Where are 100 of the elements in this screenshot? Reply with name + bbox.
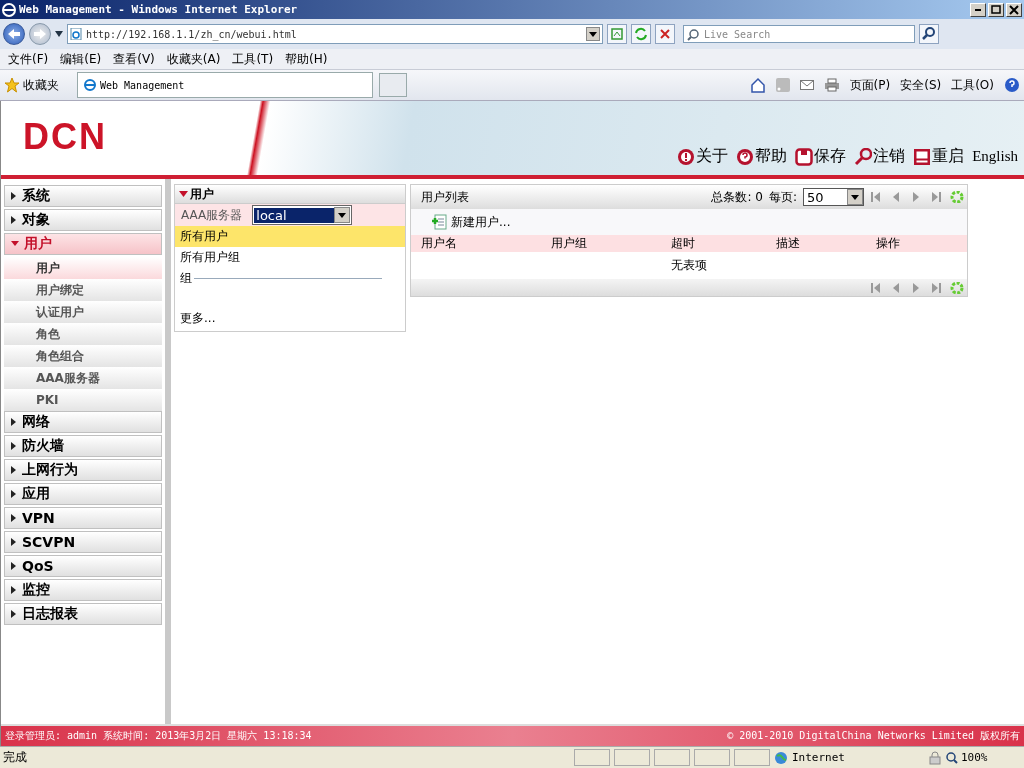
search-button[interactable] <box>919 24 939 44</box>
monitor-icon <box>913 147 932 166</box>
new-user-button[interactable]: 新建用户... <box>431 213 511 231</box>
caret-icon <box>851 194 859 200</box>
new-tab-button[interactable] <box>379 73 407 97</box>
caret-right-icon <box>11 490 17 498</box>
sidebar-item[interactable]: 应用 <box>4 483 162 505</box>
maximize-icon <box>991 5 1001 14</box>
sidebar-item[interactable]: 上网行为 <box>4 459 162 481</box>
menu-item[interactable]: 编辑(E) <box>56 50 106 68</box>
caret-icon <box>338 212 347 218</box>
sidebar-subitem[interactable]: 角色 <box>4 323 162 345</box>
sidebar-item[interactable]: QoS <box>4 555 162 577</box>
panel-title: 用户 <box>190 185 214 203</box>
command-menu[interactable]: 安全(S) <box>900 76 942 94</box>
star-icon <box>4 77 20 93</box>
caret-right-icon <box>11 192 17 200</box>
menu-item[interactable]: 帮助(H) <box>281 50 332 68</box>
sidebar-subitem[interactable]: 用户绑定 <box>4 279 162 301</box>
browser-tab[interactable]: Web Management <box>77 72 373 98</box>
column-header: 超时 <box>671 235 696 252</box>
menu-item[interactable]: 文件(F) <box>4 50 53 68</box>
refresh-icon[interactable] <box>950 281 964 294</box>
maximize-button[interactable] <box>988 2 1004 17</box>
dropdown-button[interactable] <box>847 189 863 205</box>
column-header: 描述 <box>776 235 801 252</box>
caret-right-icon <box>11 418 17 426</box>
sidebar-item[interactable]: 网络 <box>4 411 162 433</box>
sidebar-item[interactable]: VPN <box>4 507 162 529</box>
header-link[interactable]: 保存 <box>795 146 847 167</box>
command-menu[interactable]: 页面(P) <box>849 76 891 94</box>
server-select[interactable]: local <box>252 205 353 225</box>
column-header: 操作 <box>876 235 901 252</box>
per-page-select[interactable]: 50 <box>803 188 864 206</box>
close-icon <box>1009 4 1019 15</box>
stop-button[interactable] <box>655 24 675 44</box>
back-button[interactable] <box>3 23 25 45</box>
caret-right-icon <box>11 538 17 546</box>
printer-icon[interactable] <box>823 78 840 92</box>
caret-right-icon <box>11 216 17 224</box>
home-icon[interactable] <box>749 77 766 93</box>
zoom-button[interactable]: 100% <box>946 751 1021 764</box>
caret-right-icon <box>11 586 17 594</box>
add-document-icon <box>431 214 447 230</box>
empty-message: 无表项 <box>671 257 707 274</box>
command-menu[interactable]: 工具(O) <box>951 76 994 94</box>
last-page-icon[interactable] <box>930 281 944 294</box>
sidebar-subitem[interactable]: 角色组合 <box>4 345 162 367</box>
more-link[interactable]: 更多... <box>175 310 405 327</box>
column-header: 用户组 <box>551 235 588 252</box>
per-page-label: 每页: <box>768 188 797 206</box>
dropdown-button[interactable] <box>334 207 351 223</box>
mail-icon[interactable] <box>799 79 814 91</box>
column-header: 用户名 <box>421 235 458 252</box>
sidebar-item[interactable]: 系统 <box>4 185 162 207</box>
sidebar-item[interactable]: 监控 <box>4 579 162 601</box>
status-text: 完成 <box>3 749 28 766</box>
lock-icon[interactable] <box>928 750 942 765</box>
floppy-icon <box>795 147 814 166</box>
dropdown-button[interactable] <box>586 27 600 41</box>
caret-right-icon <box>11 466 17 474</box>
help-icon[interactable] <box>1004 77 1020 93</box>
logo: DCN <box>23 116 107 158</box>
favorites-button[interactable]: 收藏夹 <box>4 76 59 94</box>
address-field[interactable]: http://192.168.1.1/zh_cn/webui.html <box>67 24 603 44</box>
menu-item[interactable]: 工具(T) <box>228 50 278 68</box>
header-link[interactable]: 关于 <box>677 146 729 167</box>
right-arrow-icon <box>33 28 47 40</box>
refresh-icon[interactable] <box>950 191 964 203</box>
caret-icon[interactable] <box>55 31 63 37</box>
sidebar-subitem[interactable]: AAA服务器 <box>4 367 162 389</box>
sidebar-subitem[interactable]: 用户 <box>4 257 162 279</box>
minimize-button[interactable] <box>970 2 986 17</box>
last-page-icon[interactable] <box>930 191 944 203</box>
sidebar-subitem[interactable]: 认证用户 <box>4 301 162 323</box>
menu-item[interactable]: 查看(V) <box>109 50 159 68</box>
zone-text: Internet <box>792 751 845 764</box>
caret-right-icon <box>11 442 17 450</box>
header-link[interactable]: 注销 <box>854 146 906 167</box>
menu-item[interactable]: 收藏夹(A) <box>162 50 225 68</box>
sidebar-item[interactable]: 日志报表 <box>4 603 162 625</box>
sidebar-item[interactable]: 用户 <box>4 233 162 255</box>
close-button[interactable] <box>1006 2 1022 17</box>
question-icon <box>736 147 755 166</box>
sidebar-item[interactable]: 防火墙 <box>4 435 162 457</box>
sidebar-subitem[interactable]: PKI <box>4 389 162 411</box>
language-link[interactable]: English <box>972 148 1018 165</box>
refresh-button[interactable] <box>631 24 651 44</box>
caret-right-icon <box>11 514 17 522</box>
alert-icon <box>677 147 696 166</box>
header-link[interactable]: 帮助 <box>736 146 788 167</box>
search-field[interactable]: Live Search <box>683 25 915 43</box>
sidebar-item[interactable]: 对象 <box>4 209 162 231</box>
tab-title: Web Management <box>100 79 185 91</box>
total-count: 总条数: 0 <box>711 188 763 206</box>
list-title: 用户列表 <box>421 188 470 206</box>
panel-item[interactable]: 所有用户 <box>175 226 405 247</box>
panel-item[interactable]: 所有用户组 <box>175 247 405 268</box>
sidebar-item[interactable]: SCVPN <box>4 531 162 553</box>
header-link[interactable]: 重启 <box>913 146 965 167</box>
